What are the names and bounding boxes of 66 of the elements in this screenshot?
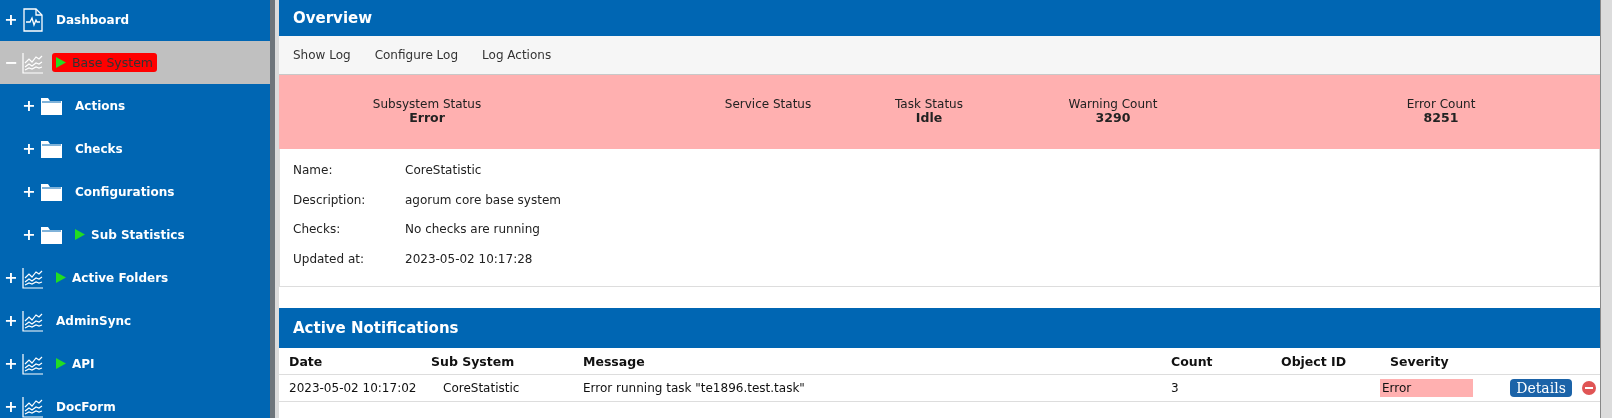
tree-item[interactable]: API <box>72 356 95 371</box>
tree-item[interactable]: Actions <box>75 98 126 113</box>
table-cell: Error running task "te1896.test.task" <box>573 375 1161 402</box>
field-value: agorum core base system <box>405 192 561 207</box>
folder-icon <box>40 224 63 245</box>
field-label: Name: <box>292 163 334 177</box>
panel-header: Overview <box>279 0 1600 36</box>
expand-toggle[interactable]: + <box>4 10 18 29</box>
status-label: Warning Count <box>1068 97 1158 111</box>
expand-toggle[interactable]: + <box>4 268 18 287</box>
field-label: Updated at: <box>292 251 365 266</box>
field-label: Description: <box>292 192 367 207</box>
table-cell: CoreStatistic <box>421 375 573 402</box>
folder-icon <box>40 95 63 116</box>
tree-item[interactable]: Dashboard <box>56 12 130 27</box>
tree-item[interactable]: Checks <box>75 141 123 156</box>
field-value: No checks are running <box>405 222 540 236</box>
expand-toggle[interactable]: + <box>4 311 18 330</box>
line-chart-icon <box>22 309 44 332</box>
tree-item[interactable]: Configurations <box>75 184 175 199</box>
field-value: 2023-05-02 10:17:28 <box>405 251 533 266</box>
panel-header: Active Notifications <box>279 308 1600 348</box>
status-label: Error Count <box>1406 97 1476 111</box>
column-header: Date <box>279 348 421 375</box>
folder-icon <box>40 181 63 202</box>
column-header: Message <box>573 348 1161 375</box>
tree-item[interactable]: Active Folders <box>72 270 169 285</box>
column-header: Sub System <box>421 348 573 375</box>
line-chart-icon <box>22 352 44 375</box>
toolbar-link[interactable]: Show Log <box>293 48 375 62</box>
status-value: Error <box>409 111 446 125</box>
scrollbar[interactable] <box>1600 0 1612 418</box>
expand-toggle[interactable]: + <box>22 139 36 158</box>
column-header: Severity <box>1380 348 1500 375</box>
remove-icon[interactable] <box>1582 381 1596 395</box>
pulse-document-icon <box>22 7 44 32</box>
status-value: 3290 <box>1095 111 1132 125</box>
column-header: Count <box>1161 348 1271 375</box>
folder-icon <box>40 138 63 159</box>
line-chart-icon <box>22 395 44 418</box>
severity-label: Error <box>1380 379 1473 397</box>
field-value: CoreStatistic <box>405 163 482 177</box>
expand-toggle[interactable]: + <box>4 354 18 373</box>
table-cell: 3 <box>1161 375 1271 402</box>
expand-toggle[interactable]: + <box>4 397 18 416</box>
status-label: Subsystem Status <box>372 97 482 111</box>
table-cell: 2023-05-02 10:17:02 <box>279 375 421 402</box>
tree-item[interactable]: DocForm <box>56 399 116 414</box>
toolbar-link[interactable]: Configure Log <box>374 48 483 62</box>
expand-toggle[interactable]: + <box>22 182 36 201</box>
status-value: 8251 <box>1422 111 1460 125</box>
field-label: Checks: <box>292 222 342 236</box>
toolbar-link[interactable]: Log Actions <box>482 48 576 62</box>
tree-item[interactable]: Base System <box>52 53 158 72</box>
status-value: Idle <box>914 111 944 125</box>
status-label: Service Status <box>724 97 812 111</box>
status-label: Task Status <box>895 97 963 111</box>
line-chart-icon <box>22 51 44 74</box>
details-button[interactable]: Details <box>1510 379 1572 397</box>
line-chart-icon <box>22 266 44 289</box>
expand-toggle[interactable]: + <box>22 225 36 244</box>
tree-item[interactable]: Sub Statistics <box>91 227 185 242</box>
expand-toggle[interactable]: + <box>22 96 36 115</box>
column-header: Object ID <box>1271 348 1380 375</box>
tree-item[interactable]: AdminSync <box>56 313 132 328</box>
splitter-bar[interactable] <box>270 0 279 418</box>
